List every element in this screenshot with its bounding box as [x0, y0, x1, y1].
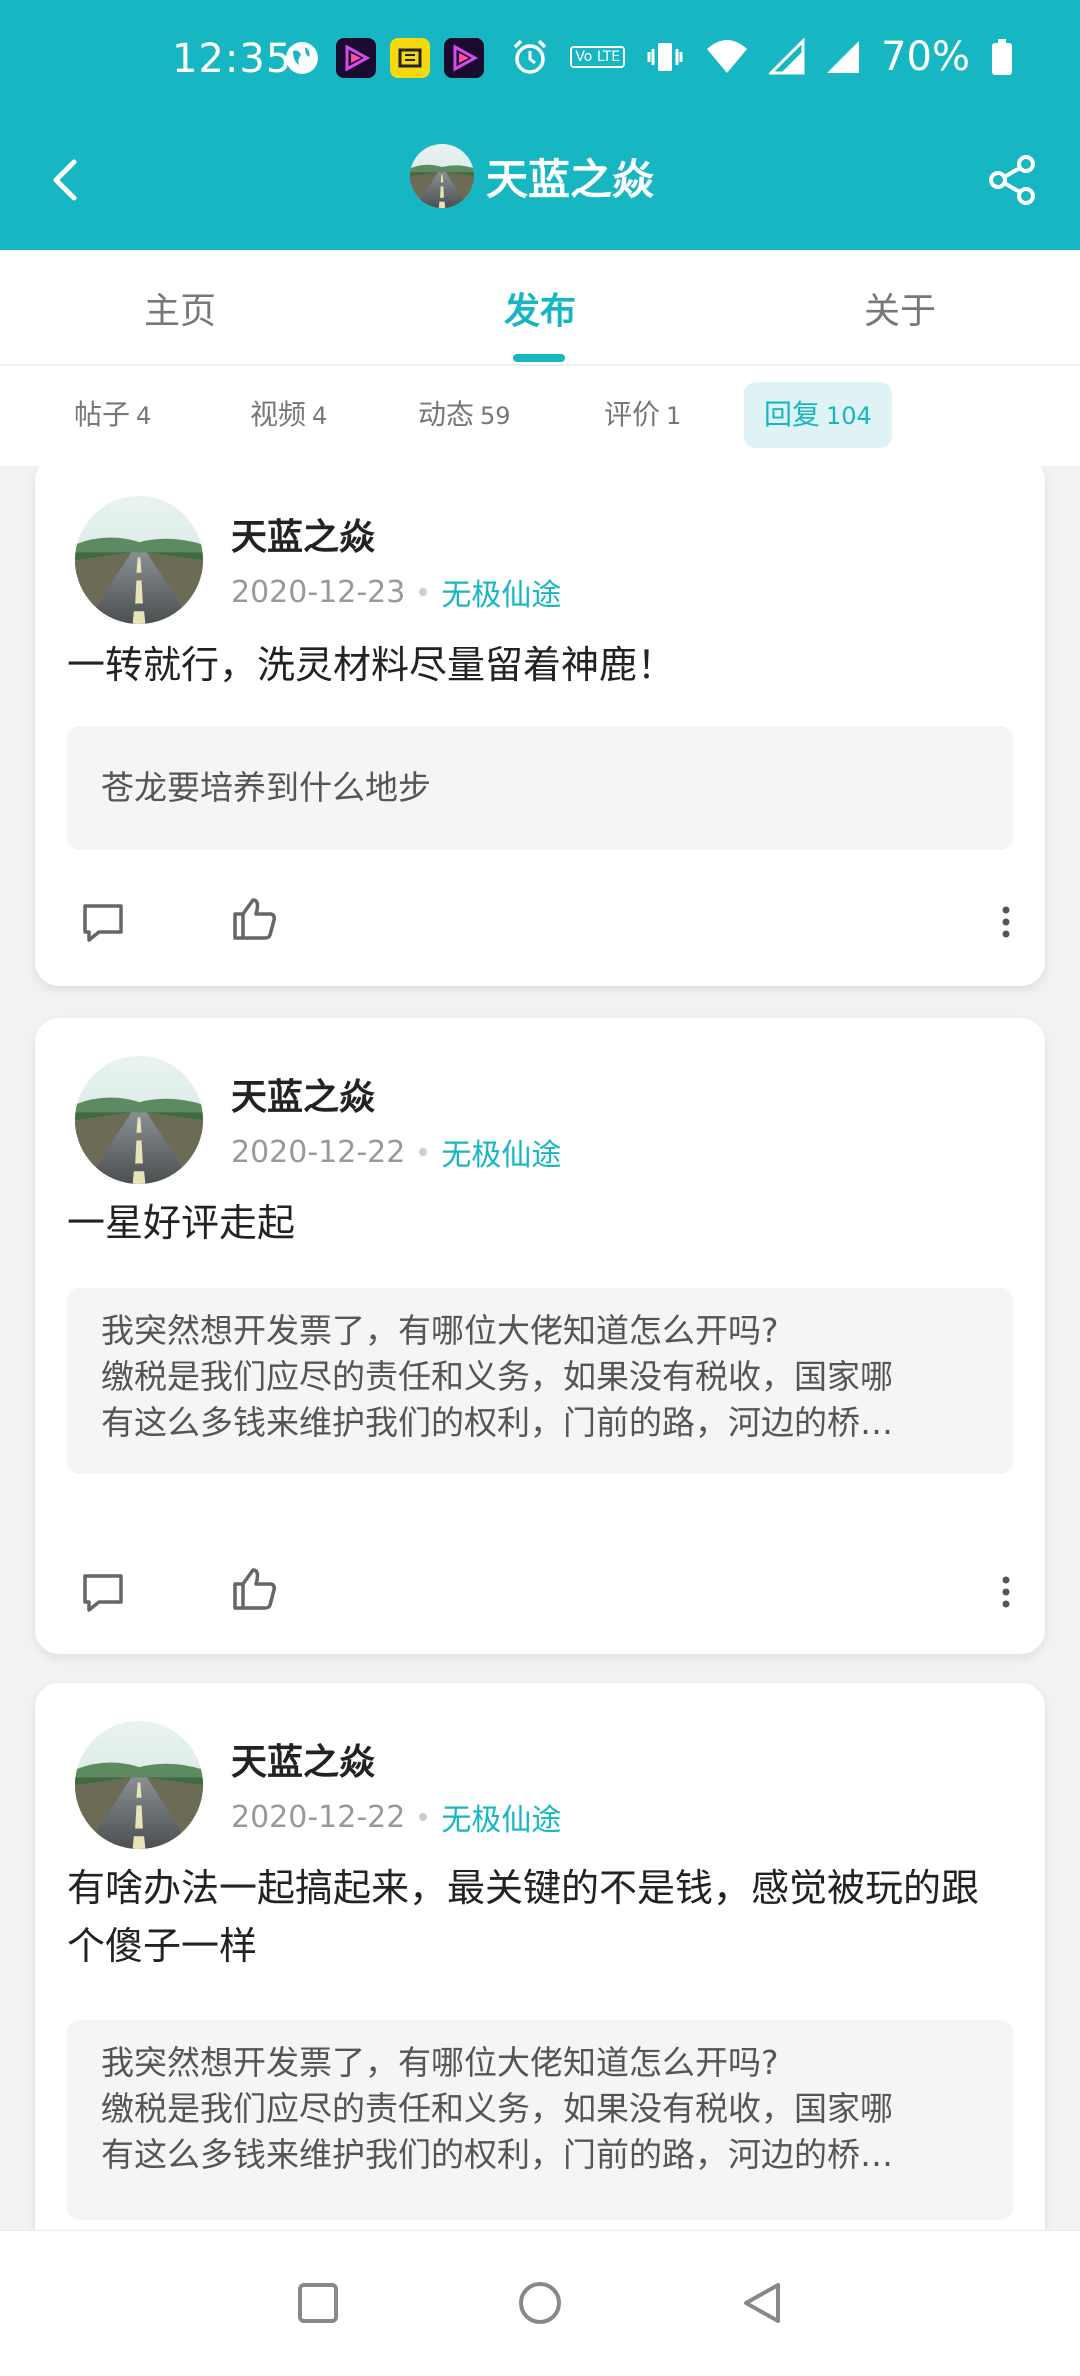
status-time: 12:35 — [172, 36, 293, 82]
signal-icon — [827, 41, 860, 73]
reply-card[interactable]: 天蓝之焱 2020-12-22 无极仙途 有啥办法一起搞起来，最关键的不是钱，感… — [35, 1683, 1045, 2230]
battery-percent: 70% — [881, 34, 970, 80]
share-button[interactable] — [982, 150, 1042, 210]
share-icon — [989, 155, 1035, 205]
subtab-count: 104 — [826, 402, 872, 430]
page-title: 天蓝之焱 — [486, 154, 655, 204]
reply-text: 一转就行，洗灵材料尽量留着神鹿！ — [67, 643, 676, 687]
post-date: 2020-12-23 — [231, 574, 406, 610]
subtab-count: 4 — [312, 402, 328, 430]
home-circle-icon — [519, 2282, 561, 2324]
subtab-reviews[interactable]: 评价 1 — [584, 382, 701, 448]
battery-icon — [992, 39, 1012, 75]
author-name[interactable]: 天蓝之焱 — [231, 508, 375, 560]
more-button[interactable] — [991, 1562, 1021, 1622]
vibrate-icon — [647, 43, 683, 71]
globe-icon — [282, 38, 322, 78]
subtab-label: 动态 — [418, 398, 475, 431]
comment-icon — [83, 904, 123, 942]
post-meta: 2020-12-22 无极仙途 — [231, 1130, 561, 1174]
comment-button[interactable] — [73, 1562, 133, 1622]
like-button[interactable] — [225, 1558, 285, 1618]
like-button[interactable] — [225, 888, 285, 948]
app-play-icon — [336, 38, 376, 78]
subtab-label: 回复 — [764, 398, 821, 431]
post-meta: 2020-12-22 无极仙途 — [231, 1795, 561, 1839]
notification-icons — [282, 38, 484, 78]
separator-dot — [419, 1148, 428, 1156]
subtab-count: 59 — [480, 402, 511, 430]
quote-line: 缴税是我们应尽的责任和义务，如果没有税收，国家哪 — [101, 1357, 893, 1396]
subtab-count: 1 — [666, 402, 682, 430]
more-button[interactable] — [991, 892, 1021, 952]
wifi-icon — [707, 40, 748, 73]
game-link[interactable]: 无极仙途 — [441, 1130, 561, 1174]
avatar[interactable] — [75, 1721, 203, 1849]
reply-card[interactable]: 天蓝之焱 2020-12-23 无极仙途 一转就行，洗灵材料尽量留着神鹿！ 苍龙… — [35, 466, 1045, 986]
sub-tabs: 帖子 4 视频 4 动态 59 评价 1 回复 104 — [0, 366, 1080, 466]
subtab-activity[interactable]: 动态 59 — [398, 382, 531, 448]
author-name[interactable]: 天蓝之焱 — [231, 1733, 375, 1785]
tab-about[interactable]: 关于 — [864, 282, 936, 334]
tab-indicator — [513, 354, 565, 362]
tab-home[interactable]: 主页 — [144, 282, 216, 334]
status-bar: 12:35 Vo LTE 70% — [0, 0, 1080, 120]
quote-line: 苍龙要培养到什么地步 — [101, 768, 431, 807]
comment-icon — [83, 1574, 123, 1612]
alarm-icon — [514, 39, 547, 74]
post-date: 2020-12-22 — [231, 1134, 406, 1170]
quote-line: 我突然想开发票了，有哪位大佬知道怎么开吗? — [101, 2043, 779, 2082]
thumbs-up-icon — [233, 1568, 276, 1610]
subtab-label: 帖子 — [74, 398, 131, 431]
system-icons: Vo LTE 70% — [510, 34, 1014, 80]
subtab-count: 4 — [136, 402, 152, 430]
back-nav-button[interactable] — [732, 2273, 792, 2333]
quote-line: 我突然想开发票了，有哪位大佬知道怎么开吗? — [101, 1311, 779, 1350]
thumbs-up-icon — [233, 898, 276, 940]
more-vertical-icon — [1002, 906, 1010, 938]
app-yellow-icon — [390, 38, 430, 78]
system-nav-bar — [0, 2230, 1080, 2376]
author-name[interactable]: 天蓝之焱 — [231, 1068, 375, 1120]
post-meta: 2020-12-23 无极仙途 — [231, 570, 561, 614]
quote-line: 缴税是我们应尽的责任和义务，如果没有税收，国家哪 — [101, 2089, 893, 2128]
recents-square-icon — [298, 2283, 338, 2323]
reply-card[interactable]: 天蓝之焱 2020-12-22 无极仙途 一星好评走起 我突然想开发票了，有哪位… — [35, 1018, 1045, 1654]
quoted-post[interactable]: 苍龙要培养到什么地步 — [67, 726, 1013, 850]
game-link[interactable]: 无极仙途 — [441, 1795, 561, 1839]
reply-text: 有啥办法一起搞起来，最关键的不是钱，感觉被玩的跟个傻子一样 — [67, 1866, 980, 1968]
avatar — [410, 144, 474, 208]
game-link[interactable]: 无极仙途 — [441, 570, 561, 614]
home-button[interactable] — [510, 2273, 570, 2333]
subtab-label: 视频 — [250, 398, 307, 431]
reply-feed: 天蓝之焱 2020-12-23 无极仙途 一转就行，洗灵材料尽量留着神鹿！ 苍龙… — [0, 466, 1080, 2230]
quote-line: 有这么多钱来维护我们的权利，门前的路，河边的桥… — [101, 2135, 893, 2174]
separator-dot — [419, 588, 428, 596]
subtab-videos[interactable]: 视频 4 — [230, 382, 347, 448]
avatar[interactable] — [75, 1056, 203, 1184]
main-tabs: 主页 发布 关于 — [0, 250, 1080, 366]
volte-icon: Vo LTE — [570, 46, 626, 68]
quoted-post[interactable]: 我突然想开发票了，有哪位大佬知道怎么开吗? 缴税是我们应尽的责任和义务，如果没有… — [67, 1288, 1013, 1474]
subtab-label: 评价 — [604, 398, 661, 431]
signal-icon — [769, 37, 805, 75]
back-triangle-icon — [744, 2283, 780, 2323]
subtab-replies[interactable]: 回复 104 — [744, 382, 892, 448]
quoted-post[interactable]: 我突然想开发票了，有哪位大佬知道怎么开吗? 缴税是我们应尽的责任和义务，如果没有… — [67, 2020, 1013, 2220]
app-play-icon — [444, 38, 484, 78]
profile-header: 天蓝之焱 — [0, 120, 1080, 250]
subtab-posts[interactable]: 帖子 4 — [54, 382, 171, 448]
reply-text: 一星好评走起 — [67, 1201, 296, 1245]
separator-dot — [419, 1813, 428, 1821]
avatar[interactable] — [75, 496, 203, 624]
post-date: 2020-12-22 — [231, 1799, 406, 1835]
recents-button[interactable] — [288, 2273, 348, 2333]
header-profile: 天蓝之焱 — [410, 144, 654, 208]
tab-publish[interactable]: 发布 — [504, 282, 576, 334]
quote-line: 有这么多钱来维护我们的权利，门前的路，河边的桥… — [101, 1403, 893, 1442]
more-vertical-icon — [1002, 1576, 1010, 1608]
comment-button[interactable] — [73, 892, 133, 952]
back-button[interactable] — [36, 150, 96, 210]
chevron-left-icon — [53, 159, 77, 201]
